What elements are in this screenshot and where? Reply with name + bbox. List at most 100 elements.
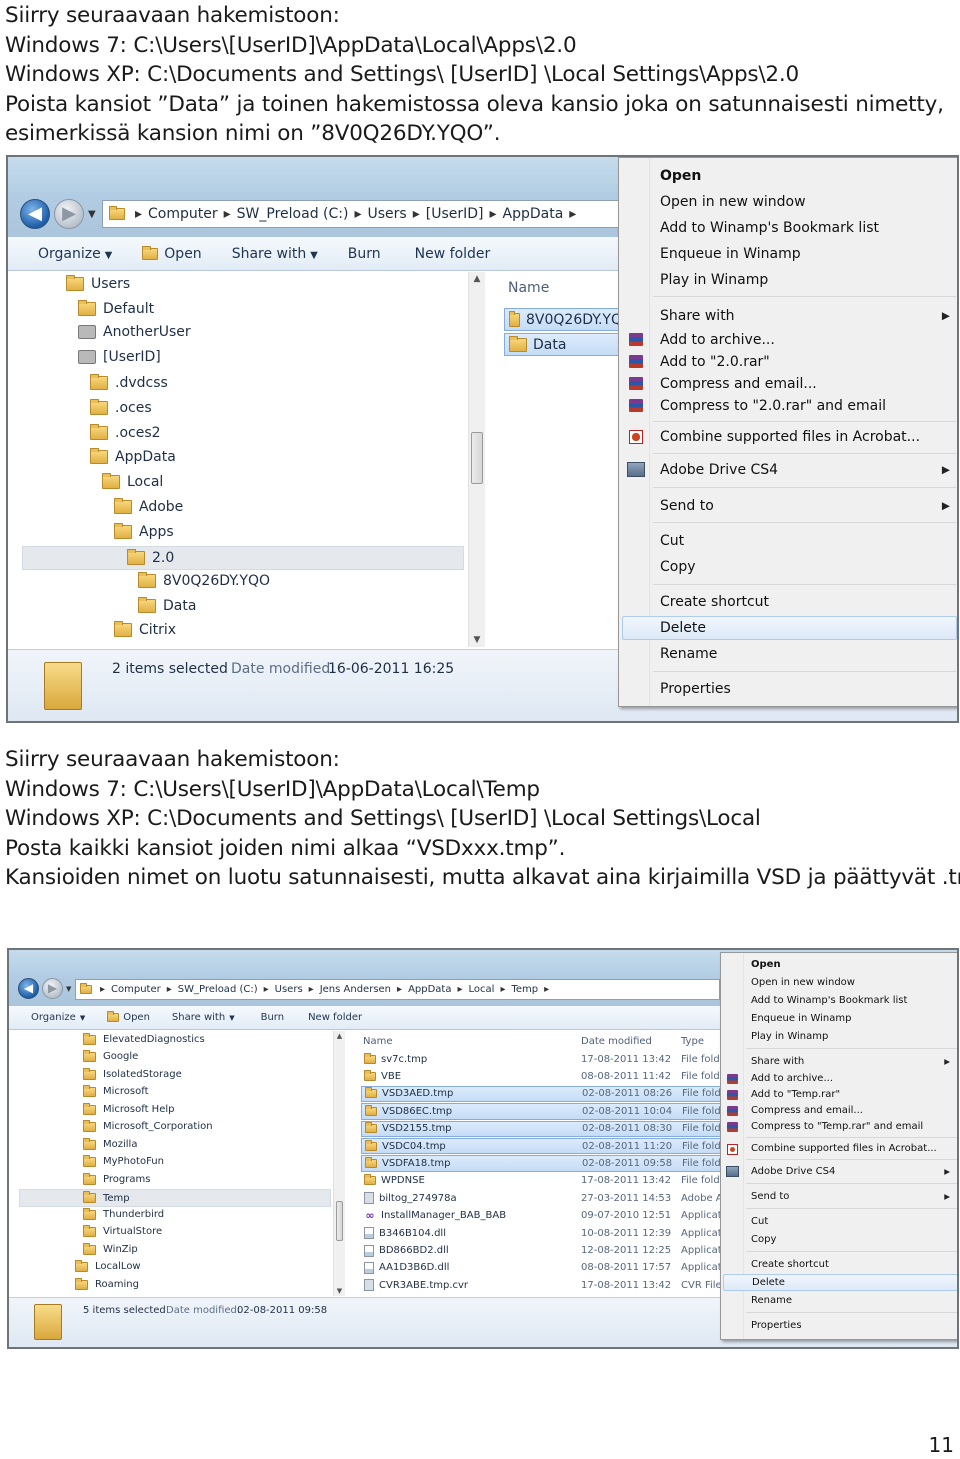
menu-item-properties[interactable]: Properties [619,677,957,701]
column-header-date[interactable]: Date modified [581,1036,652,1047]
back-button[interactable]: ◀ [18,978,39,999]
menu-item-copy[interactable]: Copy [721,1231,957,1248]
file-row[interactable]: VSD3AED.tmp 02-08-2011 08:26 File folde [361,1085,723,1103]
tree-item-temp[interactable]: Temp [19,1189,331,1207]
menu-item-create-shortcut[interactable]: Create shortcut [619,590,957,614]
file-row[interactable]: WPDNSE 17-08-2011 13:42 File folde [361,1173,723,1189]
address-bar[interactable]: ▸ Computer ▸ SW_Preload (C:) ▸ Users ▸ J… [75,979,720,1000]
tree-item[interactable]: VirtualStore [83,1224,162,1237]
breadcrumb-computer[interactable]: Computer [148,206,218,222]
open-button[interactable]: Open [142,245,202,262]
menu-item-add-to-rar[interactable]: Add to "2.0.rar" [619,350,957,374]
tree-item[interactable]: Microsoft [83,1084,149,1097]
file-row[interactable]: VSDFA18.tmp 02-08-2011 09:58 File folde [361,1155,723,1172]
file-row[interactable]: B346B104.dll 10-08-2011 12:39 Applicati [361,1225,723,1241]
tree-item-adobe[interactable]: Adobe [114,498,183,515]
share-with-button[interactable]: Share with ▼ [232,246,318,262]
organize-button[interactable]: Organize ▼ [31,1012,85,1023]
breadcrumb-computer[interactable]: Computer [111,984,161,995]
breadcrumb-users[interactable]: Users [367,206,406,222]
scrollbar-thumb[interactable] [336,1201,343,1241]
navigation-scrollbar[interactable]: ▲ ▼ [468,272,485,647]
breadcrumb-appdata[interactable]: AppData [408,984,451,995]
tree-item[interactable]: Mozilla [83,1137,137,1150]
back-button[interactable]: ◀ [20,199,50,229]
tree-item[interactable]: Thunderbird [83,1207,164,1220]
menu-item-compress-email[interactable]: Compress and email... [721,1102,957,1119]
forward-button[interactable]: ▶ [42,978,63,999]
file-row[interactable]: Data [504,333,626,356]
tree-item-data[interactable]: Data [138,597,196,614]
menu-item-rename[interactable]: Rename [721,1292,957,1309]
breadcrumb-drive[interactable]: SW_Preload (C:) [178,984,258,995]
menu-item-copy[interactable]: Copy [619,555,957,579]
burn-button[interactable]: Burn [348,246,381,262]
file-row[interactable]: biltog_274978a 27-03-2011 14:53 Adobe A [361,1190,723,1206]
tree-item[interactable]: Programs [83,1172,150,1185]
menu-item-open[interactable]: Open [619,164,957,188]
column-header-type[interactable]: Type [681,1036,704,1047]
tree-item[interactable]: IsolatedStorage [83,1067,182,1080]
tree-item-local[interactable]: Local [102,473,163,490]
tree-item-citrix[interactable]: Citrix [114,621,176,638]
menu-item-rename[interactable]: Rename [619,642,957,666]
menu-item-create-shortcut[interactable]: Create shortcut [721,1256,957,1273]
new-folder-button[interactable]: New folder [308,1012,362,1023]
file-row[interactable]: ∞ InstallManager_BAB_BAB 09-07-2010 12:51 A… [361,1208,723,1224]
file-row[interactable]: VSDC04.tmp 02-08-2011 11:20 File folde [361,1138,723,1155]
tree-item-users[interactable]: Users [66,275,130,292]
breadcrumb-users[interactable]: Users [275,984,303,995]
menu-item-compress-rar-email[interactable]: Compress to "2.0.rar" and email [619,394,957,418]
tree-item[interactable]: LocalLow [75,1259,141,1272]
menu-item-add-to-archive[interactable]: Add to archive... [619,328,957,352]
navigation-scrollbar[interactable]: ▲ ▼ [333,1031,345,1296]
tree-item-default[interactable]: Default [78,300,154,317]
menu-item-properties[interactable]: Properties [721,1317,957,1334]
file-row[interactable]: AA1D3B6D.dll 08-08-2011 17:57 Applicati [361,1260,723,1276]
menu-item-adobe-drive[interactable]: Adobe Drive CS4 ▶ [619,458,957,482]
column-header-name[interactable]: Name [363,1036,393,1047]
new-folder-button[interactable]: New folder [415,246,491,262]
tree-item-oces2[interactable]: .oces2 [90,424,161,441]
scroll-down-icon[interactable]: ▼ [469,635,485,645]
menu-item-delete[interactable]: Delete [622,616,957,640]
address-bar[interactable]: ▸ Computer ▸ SW_Preload (C:) ▸ Users ▸ [… [102,200,622,228]
tree-item[interactable]: ElevatedDiagnostics [83,1032,205,1045]
menu-item-share-with[interactable]: Share with ▶ [619,304,957,328]
menu-item-winamp-enqueue[interactable]: Enqueue in Winamp [721,1010,957,1027]
breadcrumb-local[interactable]: Local [469,984,495,995]
column-header-name[interactable]: Name [508,280,549,296]
menu-item-adobe-drive[interactable]: Adobe Drive CS4 ▶ [721,1163,957,1180]
tree-item-dvdcss[interactable]: .dvdcss [90,374,168,391]
breadcrumb-temp[interactable]: Temp [511,984,538,995]
share-with-button[interactable]: Share with ▼ [172,1012,235,1023]
menu-item-cut[interactable]: Cut [721,1213,957,1230]
tree-item[interactable]: Microsoft Help [83,1102,174,1115]
tree-item-oces[interactable]: .oces [90,399,152,416]
tree-item-anotheruser[interactable]: AnotherUser [78,324,191,340]
tree-item[interactable]: Roaming [75,1277,139,1290]
scroll-up-icon[interactable]: ▲ [334,1032,345,1040]
file-row[interactable]: VBE 08-08-2011 11:42 File folde [361,1068,723,1084]
scroll-down-icon[interactable]: ▼ [334,1287,345,1295]
file-row[interactable]: VSD86EC.tmp 02-08-2011 10:04 File folde [361,1103,723,1120]
menu-item-compress-rar-email[interactable]: Compress to "Temp.rar" and email [721,1118,957,1135]
forward-button[interactable]: ▶ [54,199,84,229]
menu-item-compress-email[interactable]: Compress and email... [619,372,957,396]
menu-item-send-to[interactable]: Send to ▶ [721,1188,957,1205]
menu-item-add-to-archive[interactable]: Add to archive... [721,1070,957,1087]
breadcrumb-userid[interactable]: [UserID] [426,206,484,222]
tree-item[interactable]: Google [83,1049,138,1062]
menu-item-combine-acrobat[interactable]: Combine supported files in Acrobat... [721,1140,957,1157]
scrollbar-thumb[interactable] [471,432,483,484]
menu-item-winamp-play[interactable]: Play in Winamp [619,268,957,292]
file-row[interactable]: sv7c.tmp 17-08-2011 13:42 File folde [361,1051,723,1067]
file-row[interactable]: CVR3ABE.tmp.cvr 17-08-2011 13:42 CVR File [361,1277,723,1293]
menu-item-cut[interactable]: Cut [619,529,957,553]
tree-item-apps[interactable]: Apps [114,523,174,540]
tree-item[interactable]: WinZip [83,1242,138,1255]
file-row[interactable]: BD866BD2.dll 12-08-2011 12:25 Applicati [361,1242,723,1258]
breadcrumb-user[interactable]: Jens Andersen [320,984,391,995]
tree-item[interactable]: Microsoft_Corporation [83,1119,213,1132]
open-button[interactable]: Open [107,1010,150,1023]
